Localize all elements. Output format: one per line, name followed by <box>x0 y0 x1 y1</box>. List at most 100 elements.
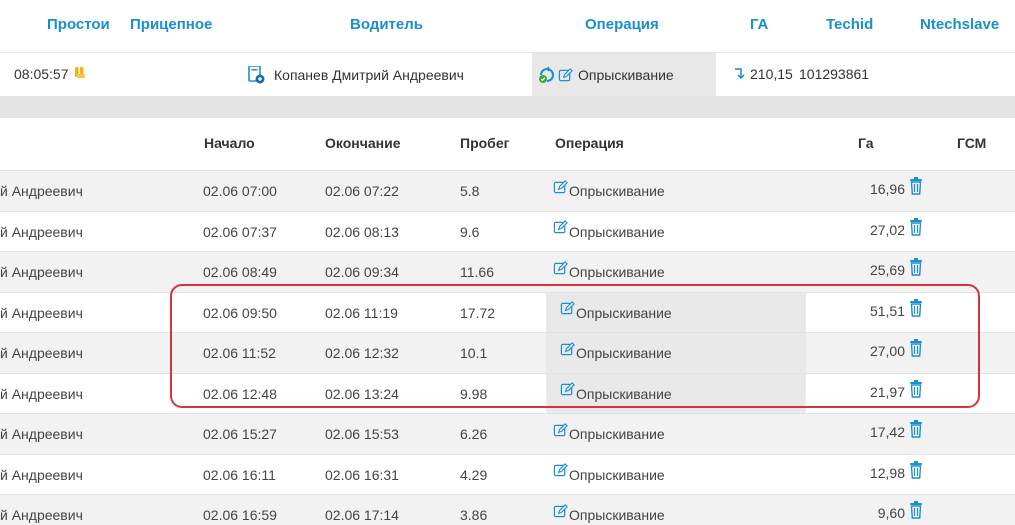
row-ga: 12,98 <box>869 464 905 481</box>
trash-icon[interactable] <box>909 217 923 236</box>
row-start: 02.06 09:50 <box>203 304 277 321</box>
row-driver: й Андреевич <box>0 345 83 361</box>
col-gsm[interactable]: ГСМ <box>957 135 986 151</box>
row-mileage: 10.1 <box>460 345 488 361</box>
top-driver-cell[interactable]: Копанев Дмитрий Андреевич <box>248 66 464 84</box>
row-operation: Опрыскивание <box>576 345 672 361</box>
row-ga-cell: 16,96 <box>869 177 923 197</box>
table-row[interactable]: й Андреевич 02.06 12:48 02.06 13:24 9.98 Опр… <box>0 372 1015 414</box>
header-operatsiya[interactable]: Операция <box>585 16 659 33</box>
row-mileage: 17.72 <box>460 304 496 321</box>
row-mileage: 6.26 <box>460 426 488 442</box>
operation-status-icon <box>538 66 556 84</box>
edit-icon[interactable] <box>553 220 569 235</box>
edit-icon[interactable] <box>560 301 576 316</box>
trash-icon[interactable] <box>909 298 923 317</box>
table-row[interactable]: й Андреевич 02.06 07:37 02.06 08:13 9.6 Опры… <box>0 210 1015 252</box>
top-ga-cell: 210,15 <box>733 66 793 82</box>
row-operation-cell[interactable]: Опрыскивание <box>546 373 806 414</box>
row-end: 02.06 16:31 <box>325 466 399 483</box>
row-end: 02.06 13:24 <box>325 385 399 402</box>
table-row[interactable]: й Андреевич 02.06 11:52 02.06 12:32 10.1 Опр… <box>0 332 1015 373</box>
row-ga-cell: 25,69 <box>870 258 923 278</box>
table-row[interactable]: й Андреевич 02.06 16:11 02.06 16:31 4.29 Опр… <box>0 453 1015 495</box>
row-operation: Опрыскивание <box>569 507 665 523</box>
top-ga-value: 210,15 <box>750 66 793 82</box>
top-operation-name: Опрыскивание <box>578 67 674 83</box>
row-ga: 17,42 <box>869 424 905 440</box>
table-row[interactable]: й Андреевич 02.06 07:00 02.06 07:22 5.8 Опры… <box>0 170 1015 211</box>
row-operation-cell[interactable]: Опрыскивание <box>553 455 733 495</box>
top-time: 08:05:57 <box>14 66 69 82</box>
col-start[interactable]: Начало <box>204 135 255 151</box>
row-operation-cell[interactable]: Опрыскивание <box>553 212 733 252</box>
row-ga: 27,02 <box>869 221 905 238</box>
row-operation-cell[interactable]: Опрыскивание <box>546 333 806 373</box>
row-driver: й Андреевич <box>0 385 83 402</box>
edit-icon[interactable] <box>560 341 576 357</box>
trash-icon[interactable] <box>909 177 923 195</box>
row-start: 02.06 16:11 <box>203 466 276 483</box>
top-operation-cell[interactable]: Опрыскивание <box>538 66 674 84</box>
row-end: 02.06 15:53 <box>325 426 399 442</box>
top-data-row: 08:05:57 Копанев Дмитрий Андреевич Опрыс… <box>0 52 1015 96</box>
row-operation: Опрыскивание <box>576 304 672 321</box>
row-mileage: 3.86 <box>460 507 488 523</box>
row-driver: й Андреевич <box>0 223 83 240</box>
row-ga: 21,97 <box>869 383 905 400</box>
row-ga: 51,51 <box>869 302 905 319</box>
row-end: 02.06 08:13 <box>325 223 399 240</box>
row-end: 02.06 07:22 <box>325 183 399 199</box>
trash-icon[interactable] <box>909 379 923 398</box>
trash-icon[interactable] <box>909 258 923 276</box>
trash-icon[interactable] <box>909 339 923 357</box>
table-row[interactable]: й Андреевич 02.06 15:27 02.06 15:53 6.26 Опр… <box>0 413 1015 454</box>
row-ga-cell: 27,00 <box>869 339 923 359</box>
header-prostoi[interactable]: Простои <box>47 16 110 33</box>
header-pritsepnoe[interactable]: Прицепное <box>130 16 212 33</box>
header-techid[interactable]: Techid <box>826 16 873 33</box>
row-driver: й Андреевич <box>0 264 83 280</box>
table-body: й Андреевич 02.06 07:00 02.06 07:22 5.8 Опры… <box>0 170 1015 525</box>
trash-icon[interactable] <box>909 501 923 519</box>
edit-icon[interactable] <box>553 503 569 519</box>
edit-icon[interactable] <box>553 260 569 276</box>
top-header: Простои Прицепное Водитель Операция ГА T… <box>0 0 1015 52</box>
row-start: 02.06 12:48 <box>203 385 277 402</box>
row-ga: 27,00 <box>869 343 905 359</box>
top-techid: 101293861 <box>799 66 870 82</box>
row-driver: й Андреевич <box>0 426 83 442</box>
row-start: 02.06 08:49 <box>203 264 277 280</box>
edit-icon[interactable] <box>558 67 574 83</box>
table-row[interactable]: й Андреевич 02.06 08:49 02.06 09:34 11.66 Оп… <box>0 251 1015 292</box>
header-voditel[interactable]: Водитель <box>350 16 423 33</box>
row-end: 02.06 17:14 <box>325 507 399 523</box>
trash-icon[interactable] <box>909 420 923 438</box>
edit-icon[interactable] <box>553 179 569 195</box>
row-operation-cell[interactable]: Опрыскивание <box>553 252 733 292</box>
row-operation: Опрыскивание <box>569 466 665 483</box>
row-ga-cell: 21,97 <box>869 379 923 400</box>
edit-icon[interactable] <box>553 463 569 478</box>
table-row[interactable]: й Андреевич 02.06 16:59 02.06 17:14 3.86 Опр… <box>0 494 1015 525</box>
row-operation-cell[interactable]: Опрыскивание <box>546 292 806 333</box>
row-operation-cell[interactable]: Опрыскивание <box>553 495 733 525</box>
row-ga-cell: 9,60 <box>878 501 923 521</box>
edit-icon[interactable] <box>560 382 576 397</box>
row-ga: 16,96 <box>869 181 905 197</box>
row-operation-cell[interactable]: Опрыскивание <box>553 414 733 454</box>
col-end[interactable]: Окончание <box>325 135 400 151</box>
edit-icon[interactable] <box>553 422 569 438</box>
col-mileage[interactable]: Пробег <box>460 135 509 151</box>
header-ntechslave[interactable]: Ntechslave <box>920 16 999 33</box>
trash-icon[interactable] <box>909 460 923 479</box>
col-operation[interactable]: Операция <box>555 135 624 151</box>
row-start: 02.06 11:52 <box>203 345 276 361</box>
row-operation-cell[interactable]: Опрыскивание <box>553 171 733 211</box>
col-ga[interactable]: Га <box>858 135 874 151</box>
row-driver: й Андреевич <box>0 507 83 523</box>
header-ga[interactable]: ГА <box>750 16 768 33</box>
yellow-marker-icon <box>74 67 87 81</box>
table-row[interactable]: й Андреевич 02.06 09:50 02.06 11:19 17.72 Оп… <box>0 291 1015 333</box>
row-driver: й Андреевич <box>0 183 83 199</box>
